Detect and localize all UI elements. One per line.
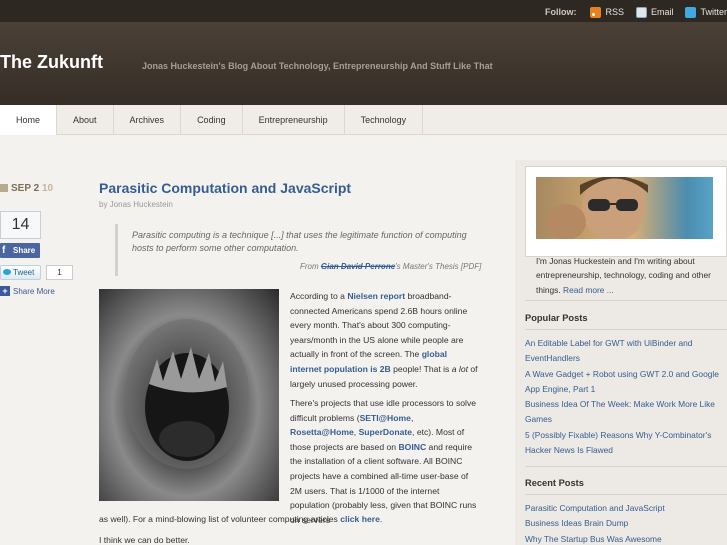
facebook-icon: f bbox=[2, 245, 6, 256]
author-photo bbox=[536, 177, 713, 239]
twitter-bird-icon bbox=[3, 269, 11, 275]
cite-source: 's Master's Thesis [PDF] bbox=[395, 262, 482, 271]
quote-text: Parasitic computing is a technique [...]… bbox=[132, 230, 467, 253]
twitter-icon bbox=[685, 6, 697, 18]
popular-post-link[interactable]: 5 (Possibly Fixable) Reasons Why Y-Combi… bbox=[525, 428, 725, 459]
post-paragraph-3: I think we can do better. bbox=[99, 535, 190, 545]
post-paragraph-1: According to a Nielsen report broadband-… bbox=[290, 289, 480, 391]
nav-home[interactable]: Home bbox=[0, 105, 58, 135]
plus-icon: + bbox=[0, 286, 10, 296]
email-link[interactable]: Email bbox=[635, 6, 674, 18]
superdonate-link[interactable]: SuperDonate bbox=[359, 427, 412, 437]
popular-post-link[interactable]: Business Idea Of The Week: Make Work Mor… bbox=[525, 397, 725, 428]
calendar-icon bbox=[0, 184, 8, 192]
sidebar-divider bbox=[525, 300, 727, 301]
read-more-link[interactable]: Read more ... bbox=[563, 285, 614, 295]
tweet-label: Tweet bbox=[13, 268, 35, 277]
popular-posts-heading: Popular Posts bbox=[525, 313, 588, 323]
nav-technology[interactable]: Technology bbox=[345, 105, 424, 135]
seti-link[interactable]: SETI@Home bbox=[360, 413, 411, 423]
cite-author-link[interactable]: Gian David Perrone bbox=[321, 262, 395, 271]
site-title[interactable]: The Zukunft bbox=[0, 52, 103, 73]
post-paragraph-2: There's projects that use idle processor… bbox=[290, 396, 480, 527]
recent-post-link[interactable]: Why The Startup Bus Was Awesome bbox=[525, 532, 725, 545]
rosetta-link[interactable]: Rosetta@Home bbox=[290, 427, 354, 437]
text: According to a bbox=[290, 291, 345, 301]
follow-label: Follow: bbox=[544, 7, 577, 17]
post-image-parasite bbox=[99, 289, 279, 501]
popular-post-link[interactable]: A Wave Gadget + Robot using GWT 2.0 and … bbox=[525, 367, 725, 398]
rss-link[interactable]: RSS bbox=[590, 6, 624, 18]
nav-coding[interactable]: Coding bbox=[181, 105, 243, 135]
site-tagline: Jonas Huckestein's Blog About Technology… bbox=[142, 61, 493, 71]
tweet-count: 1 bbox=[46, 265, 73, 280]
post-date-month-day: SEP 2 bbox=[11, 183, 40, 194]
sidebar-divider bbox=[525, 466, 727, 467]
post-paragraph-2-continued: as well). For a mind-blowing list of vol… bbox=[99, 512, 479, 527]
text: , bbox=[353, 427, 357, 438]
boinc-link[interactable]: BOINC bbox=[398, 442, 426, 452]
nav-archives[interactable]: Archives bbox=[114, 105, 182, 135]
sidebar-divider bbox=[525, 329, 727, 330]
nielsen-report-link[interactable]: Nielsen report bbox=[347, 291, 405, 301]
rss-icon bbox=[590, 6, 602, 18]
popular-post-link[interactable]: An Editable Label for GWT with UiBinder … bbox=[525, 336, 725, 367]
text: as well). For a mind-blowing list of vol… bbox=[99, 514, 338, 524]
follow-links: Follow: RSS Email Twitter bbox=[545, 5, 727, 19]
quote-citation: From Gian David Perrone's Master's Thesi… bbox=[300, 262, 481, 271]
post-title[interactable]: Parasitic Computation and JavaScript bbox=[99, 180, 351, 196]
popular-posts-list: An Editable Label for GWT with UiBinder … bbox=[525, 336, 725, 458]
email-label: Email bbox=[650, 7, 674, 17]
main-nav: Home About Archives Coding Entrepreneurs… bbox=[0, 105, 727, 135]
click-here-link[interactable]: click here bbox=[340, 514, 380, 524]
tweet-button[interactable]: Tweet bbox=[0, 265, 41, 280]
cite-from: From bbox=[300, 262, 319, 271]
text: people! That is bbox=[393, 363, 450, 374]
share-count: 14 bbox=[0, 211, 41, 239]
author-bio: I'm Jonas Huckestein and I'm writing abo… bbox=[536, 254, 716, 297]
nav-entrepreneurship[interactable]: Entrepreneurship bbox=[243, 105, 345, 135]
profile-box bbox=[525, 166, 727, 257]
nav-about[interactable]: About bbox=[57, 105, 114, 135]
facebook-share-button[interactable]: f Share bbox=[0, 243, 40, 258]
post-date-year: 10 bbox=[41, 183, 54, 194]
top-bar: Follow: RSS Email Twitter bbox=[0, 0, 727, 22]
text: , bbox=[410, 412, 414, 423]
post-date: SEP 2 10 bbox=[0, 183, 53, 194]
recent-post-link[interactable]: Business Ideas Brain Dump bbox=[525, 516, 725, 531]
emphasis: a lot bbox=[451, 363, 468, 374]
email-icon bbox=[635, 6, 647, 18]
post-byline: by Jonas Huckestein bbox=[99, 200, 173, 209]
share-more-link[interactable]: + Share More bbox=[0, 286, 55, 297]
recent-post-link[interactable]: Parasitic Computation and JavaScript bbox=[525, 501, 725, 516]
sidebar-divider bbox=[525, 494, 727, 495]
recent-posts-heading: Recent Posts bbox=[525, 478, 584, 488]
text: . bbox=[379, 514, 383, 524]
twitter-label: Twitter bbox=[700, 7, 727, 17]
twitter-link[interactable]: Twitter bbox=[685, 6, 727, 18]
site-header: The Zukunft Jonas Huckestein's Blog Abou… bbox=[0, 22, 727, 105]
facebook-share-label: Share bbox=[13, 246, 36, 255]
recent-posts-list: Parasitic Computation and JavaScript Bus… bbox=[525, 501, 725, 545]
share-more-label: Share More bbox=[13, 287, 55, 296]
rss-label: RSS bbox=[605, 7, 624, 17]
